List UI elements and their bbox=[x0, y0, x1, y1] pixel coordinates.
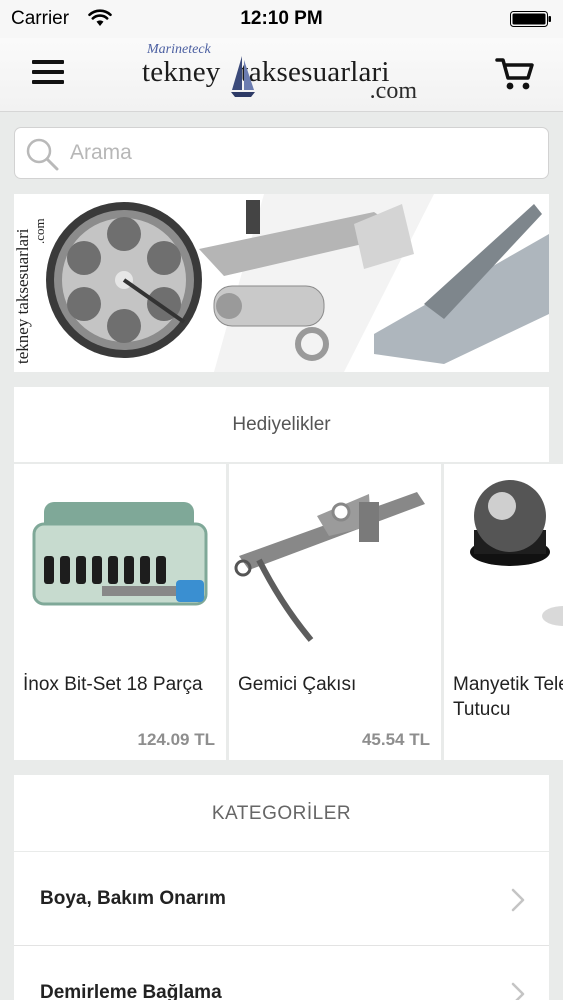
promo-banner[interactable]: tekney taksesuarlari .com bbox=[14, 194, 549, 372]
status-bar: Carrier 12:10 PM bbox=[0, 0, 563, 38]
product-card[interactable]: İnox Bit-Set 18 Parça 124.09 TL bbox=[14, 464, 226, 760]
product-image bbox=[234, 492, 425, 642]
product-name: İnox Bit-Set 18 Parça bbox=[23, 674, 203, 695]
logo-title: tekney taksesuarlari bbox=[142, 56, 390, 88]
product-card[interactable]: Gemici Çakısı 45.54 TL bbox=[229, 464, 441, 760]
product-image bbox=[32, 502, 208, 606]
svg-text:tekney taksesuarlari: tekney taksesuarlari bbox=[14, 228, 32, 364]
logo-domain: .com bbox=[369, 78, 417, 104]
brand-logo[interactable]: Marineteck tekney taksesuarlari .com bbox=[140, 40, 425, 108]
product-name: Gemici Çakısı bbox=[238, 674, 357, 695]
categories-section-title: KATEGORİLER bbox=[14, 775, 549, 851]
sailboat-icon bbox=[231, 56, 255, 97]
search-icon bbox=[26, 138, 59, 171]
gifts-section-title: Hediyelikler bbox=[14, 387, 549, 462]
category-item[interactable]: Boya, Bakım Onarım bbox=[14, 852, 549, 946]
category-label: Boya, Bakım Onarım bbox=[40, 888, 226, 909]
battery-icon bbox=[510, 11, 551, 27]
gift-product-carousel[interactable]: İnox Bit-Set 18 Parça 124.09 TL Gemici Ç… bbox=[14, 464, 563, 760]
chevron-right-icon bbox=[511, 888, 525, 912]
product-price: 124.09 TL bbox=[137, 730, 216, 749]
search-bar[interactable] bbox=[14, 127, 549, 179]
product-name: Manyetik Telefon Tutucu bbox=[453, 674, 563, 720]
product-price: 45.54 TL bbox=[361, 730, 430, 749]
product-image bbox=[470, 480, 563, 626]
status-time: 12:10 PM bbox=[240, 8, 323, 29]
hamburger-menu-icon[interactable] bbox=[32, 60, 64, 86]
category-label: Demirleme Bağlama bbox=[40, 982, 222, 1000]
search-input[interactable] bbox=[70, 134, 530, 172]
chevron-right-icon bbox=[511, 982, 525, 1000]
category-item[interactable]: Demirleme Bağlama bbox=[14, 946, 549, 1000]
banner-product-image: tekney taksesuarlari .com bbox=[14, 194, 549, 372]
shopping-cart-icon[interactable] bbox=[495, 56, 535, 92]
category-list: Boya, Bakım Onarım Demirleme Bağlama bbox=[14, 852, 549, 1000]
product-card[interactable]: Manyetik Telefon Tutucu bbox=[444, 464, 563, 760]
nav-bar: Marineteck tekney taksesuarlari .com bbox=[0, 38, 563, 112]
svg-text:.com: .com bbox=[32, 218, 47, 244]
